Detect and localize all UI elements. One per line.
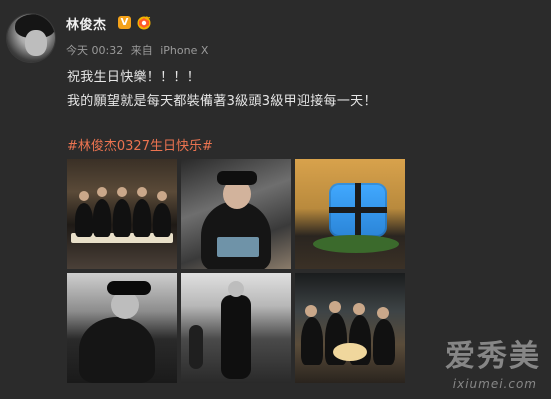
weibo-post: 林俊杰 V 今天 00:32 来自 iPhone X 祝我生日快樂！！！！ 我的… bbox=[0, 0, 551, 399]
photo-group-cake-candles[interactable] bbox=[295, 273, 405, 383]
photo-head bbox=[157, 191, 167, 201]
verified-badge-icon: V bbox=[118, 16, 131, 29]
hashtag-link[interactable]: #林俊杰0327生日快乐# bbox=[67, 135, 213, 154]
photo-cake bbox=[217, 237, 259, 257]
photo-head bbox=[353, 303, 365, 315]
avatar[interactable] bbox=[7, 14, 55, 62]
photo-head bbox=[79, 191, 89, 201]
photo-head bbox=[97, 187, 107, 197]
photo-person bbox=[153, 203, 171, 237]
photo-man-standing-bw[interactable] bbox=[181, 273, 291, 383]
photo-person bbox=[79, 317, 155, 383]
post-text-line-2: 我的願望就是每天都裝備著3級頭3級甲迎接每一天！ bbox=[67, 94, 377, 109]
post-source-prefix: 来自 bbox=[130, 44, 153, 57]
photo-cake bbox=[333, 343, 367, 361]
cake-strap bbox=[329, 207, 387, 213]
photo-cap bbox=[107, 281, 151, 295]
photo-person bbox=[373, 319, 395, 365]
photo-chair bbox=[189, 325, 203, 369]
photo-person bbox=[221, 295, 251, 379]
avatar-face bbox=[25, 30, 47, 56]
photo-person bbox=[75, 203, 93, 237]
post-meta: 今天 00:32 来自 iPhone X bbox=[66, 42, 212, 58]
photo-head bbox=[329, 301, 341, 313]
photo-head bbox=[228, 281, 244, 297]
photo-person bbox=[113, 199, 131, 237]
photo-head bbox=[117, 187, 127, 197]
photo-head bbox=[305, 305, 317, 317]
photo-head bbox=[111, 291, 139, 319]
post-text-line-1: 祝我生日快樂！！！！ bbox=[67, 70, 201, 85]
photo-person bbox=[301, 317, 323, 365]
watermark-title: 爱秀美 bbox=[445, 339, 541, 374]
photo-head bbox=[137, 187, 147, 197]
author-name[interactable]: 林俊杰 bbox=[66, 14, 107, 33]
photo-head bbox=[377, 307, 389, 319]
post-time[interactable]: 今天 00:32 bbox=[66, 44, 123, 57]
cake-base bbox=[313, 235, 399, 253]
watermark-url: ixiumei.com bbox=[452, 377, 537, 391]
photo-person bbox=[93, 199, 111, 237]
photo-airdrop-cake[interactable] bbox=[295, 159, 405, 269]
level-badge-icon bbox=[137, 16, 151, 30]
photo-group-table[interactable] bbox=[67, 159, 177, 269]
photo-man-with-cake[interactable] bbox=[181, 159, 291, 269]
photo-cap bbox=[217, 171, 257, 185]
photo-man-cap-bw[interactable] bbox=[67, 273, 177, 383]
photo-grid bbox=[67, 159, 407, 385]
post-device[interactable]: iPhone X bbox=[160, 44, 208, 57]
photo-person bbox=[201, 201, 271, 269]
photo-person bbox=[133, 199, 151, 237]
